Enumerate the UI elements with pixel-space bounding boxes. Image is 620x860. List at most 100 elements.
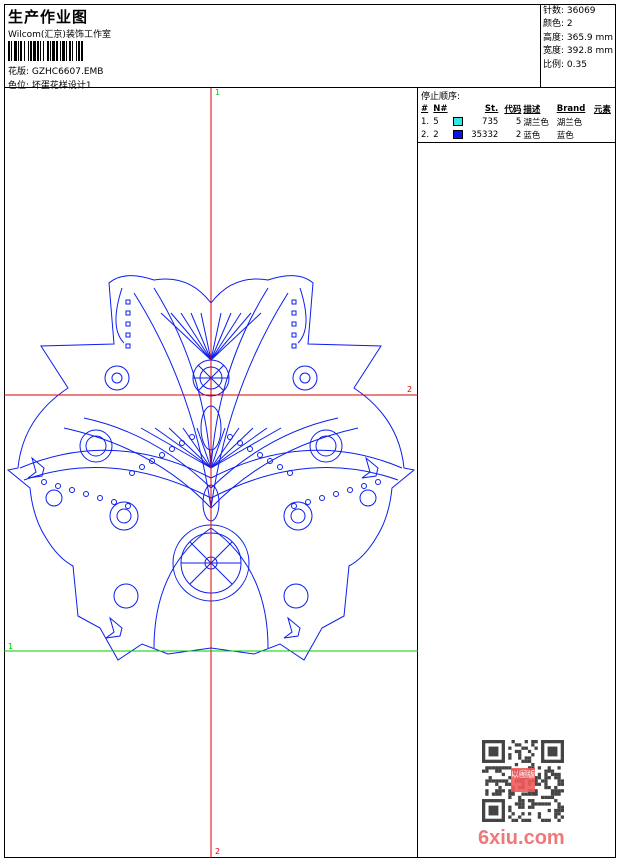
stitch-outline xyxy=(361,456,379,479)
stitch-outline xyxy=(139,464,145,470)
stitch-outline xyxy=(305,499,311,505)
stitch-outline xyxy=(309,429,343,463)
stitch-outline xyxy=(83,491,89,497)
stitch-outline xyxy=(113,583,139,609)
stitch-outline xyxy=(159,452,165,458)
stitch-outline xyxy=(97,495,103,501)
stitch-outline xyxy=(111,372,123,384)
design-file: 花版: GZHC6607.EMB xyxy=(8,67,104,77)
stitch-outline xyxy=(291,310,297,316)
row-needle: 5 xyxy=(433,116,439,127)
col-index: # xyxy=(421,103,429,114)
stitch-outline xyxy=(210,541,233,564)
stitch-outline xyxy=(292,365,318,391)
col-needle: N# xyxy=(433,103,448,114)
row-brand: 蓝色 xyxy=(556,130,574,141)
stitch-outline xyxy=(359,489,377,507)
stitch-outline xyxy=(291,343,297,349)
stitch-outline xyxy=(45,489,63,507)
table-header: # N# St. 代码 描述 Brand 元素 xyxy=(420,102,616,115)
row-needle: 2 xyxy=(433,129,439,140)
stitch-outline xyxy=(41,479,47,485)
design-info: 针数: 36069 颜色: 2 高度: 365.9 mm 宽度: 392.8 m… xyxy=(540,4,616,88)
stitch-outline xyxy=(104,365,130,391)
color-count: 颜色: 2 xyxy=(543,19,573,30)
stitch-outline xyxy=(227,434,233,440)
stitch-outline xyxy=(125,343,131,349)
stitch-outline xyxy=(189,562,212,585)
stitch-outline xyxy=(55,483,61,489)
stitch-outline xyxy=(257,452,263,458)
stitch-outline xyxy=(277,464,283,470)
stitch-outline xyxy=(290,508,306,524)
stitch-outline xyxy=(79,429,113,463)
row-code: 5 xyxy=(515,116,522,127)
stitch-outline xyxy=(283,583,309,609)
stitch-outline xyxy=(116,508,132,524)
row-brand: 湖兰色 xyxy=(556,117,583,128)
stitch-outline xyxy=(287,470,293,476)
col-code: 代码 xyxy=(504,104,522,115)
stop-sequence-title: 停止顺序: xyxy=(421,92,461,102)
stitch-outline xyxy=(125,503,131,509)
stitch-outline xyxy=(190,312,212,361)
page-title: 生产作业图 xyxy=(8,8,89,26)
seal-stamp: 以图版 xyxy=(511,768,535,792)
design-scale: 比例: 0.35 xyxy=(543,59,587,70)
stitch-outline xyxy=(111,499,117,505)
stitch-outline xyxy=(291,332,297,338)
stitch-outline xyxy=(291,299,297,305)
studio-name: Wilcom(汇京)装饰工作室 xyxy=(8,30,111,40)
row-index: 1. xyxy=(421,116,430,127)
stitch-outline xyxy=(283,616,301,639)
barcode xyxy=(8,41,130,61)
guide-label-right: 2 xyxy=(407,385,413,394)
stitch-outline xyxy=(125,299,131,305)
stitch-outline xyxy=(189,541,212,564)
design-canvas: 1 2 1 2 xyxy=(4,88,418,858)
watermark-logo: 6xiu.com xyxy=(478,827,565,849)
col-stitches: St. xyxy=(484,103,499,114)
row-description: 蓝色 xyxy=(523,130,541,141)
stitch-outline xyxy=(125,332,131,338)
design-width: 宽度: 392.8 mm xyxy=(543,46,614,57)
table-row: 2. 2 35332 2 蓝色 蓝色 xyxy=(420,128,616,141)
stitch-outline xyxy=(69,487,75,493)
header: 生产作业图 Wilcom(汇京)装饰工作室 花版: GZHC6607.EMB 色… xyxy=(4,4,540,91)
stitch-outline xyxy=(361,483,367,489)
col-description: 描述 xyxy=(523,104,541,115)
guide-label-bottom: 2 xyxy=(215,847,221,856)
stitch-outline xyxy=(247,446,253,452)
stitch-outline xyxy=(129,470,135,476)
stitch-outline xyxy=(170,312,212,361)
stitch-outline xyxy=(179,440,185,446)
stitch-outline xyxy=(169,446,175,452)
stitch-outline xyxy=(237,440,243,446)
stitch-outline xyxy=(109,501,139,531)
row-code: 2 xyxy=(515,129,522,140)
stitch-outline xyxy=(125,321,131,327)
row-stitches: 35332 xyxy=(471,129,499,140)
seal-text: 以图版 xyxy=(511,770,535,779)
stitch-outline xyxy=(375,479,381,485)
row-stitches: 735 xyxy=(482,116,499,127)
row-index: 2. xyxy=(421,129,430,140)
col-brand: Brand xyxy=(556,103,586,114)
stitch-outline xyxy=(347,487,353,493)
stitch-outline xyxy=(210,312,252,361)
stitch-outline xyxy=(125,310,131,316)
col-element: 元素 xyxy=(593,104,611,115)
color-swatch xyxy=(453,129,463,139)
stitch-outline xyxy=(291,503,297,509)
stitch-outline xyxy=(319,495,325,501)
stop-sequence-table: # N# St. 代码 描述 Brand 元素 1. 5 735 5 湖兰色 湖… xyxy=(420,102,616,141)
guide-label-left: 1 xyxy=(8,642,14,651)
stitch-outline xyxy=(189,434,195,440)
design-height: 高度: 365.9 mm xyxy=(543,32,614,43)
table-row: 1. 5 735 5 湖兰色 湖兰色 xyxy=(420,115,616,128)
divider xyxy=(418,142,616,143)
stitch-outline xyxy=(333,491,339,497)
color-swatch xyxy=(453,116,463,126)
guide-label-top: 1 xyxy=(215,88,221,97)
stitch-outline xyxy=(291,321,297,327)
